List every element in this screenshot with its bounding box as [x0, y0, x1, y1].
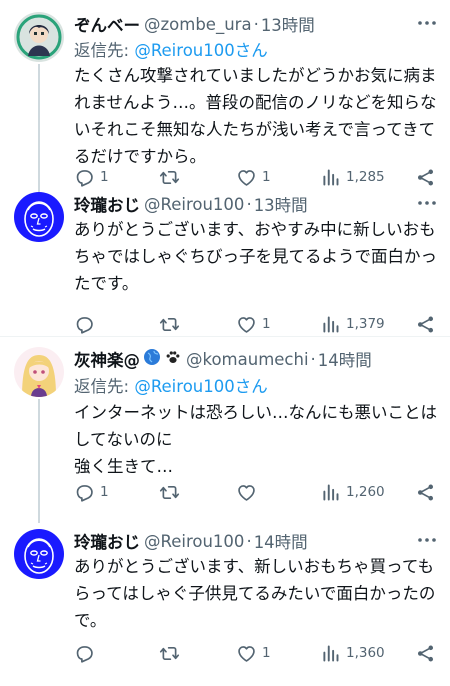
share-icon: [417, 484, 434, 500]
heart-icon: [238, 316, 255, 333]
more-options-button[interactable]: [414, 527, 440, 553]
share-button[interactable]: [415, 639, 436, 667]
retweet-icon: [159, 317, 180, 331]
tweet-text: ありがとうございます、おやすみ中に新しいおもちゃではしゃぐちびっ子を見てるようで…: [74, 220, 437, 293]
heart-icon: [238, 645, 255, 662]
reply-to-mention[interactable]: @Reirou100さん: [134, 377, 267, 396]
reply-button[interactable]: [74, 310, 100, 338]
retweet-button[interactable]: [159, 310, 185, 338]
avatar[interactable]: [14, 12, 64, 62]
conversation-1: ぞんベー @zombe_ura · 13時間 返信先: @Reirou100さん…: [0, 0, 450, 336]
views-button[interactable]: 1,379: [320, 310, 385, 338]
action-bar: 1 1,360: [74, 639, 436, 667]
reply-button[interactable]: 1: [74, 478, 109, 506]
separator-dot: ·: [246, 531, 252, 551]
like-count: 1: [262, 645, 271, 661]
reply-icon: [76, 645, 93, 663]
tweet-header: 灰神楽@ @komaumechi · 14時間: [74, 347, 438, 371]
view-count: 1,260: [346, 484, 385, 500]
reply-to-line: 返信先: @Reirou100さん: [74, 37, 268, 61]
globe-icon: [143, 348, 161, 370]
tweet-text: インターネットは恐ろしい…なんにも悪いことはしてないのに 強く生きて…: [74, 403, 437, 476]
more-options-button[interactable]: [414, 10, 440, 36]
view-count: 1,379: [346, 316, 385, 332]
display-name[interactable]: ぞんベー: [74, 12, 140, 36]
separator-dot: ·: [246, 194, 252, 214]
tweet[interactable]: ぞんベー @zombe_ura · 13時間 返信先: @Reirou100さん…: [0, 0, 450, 187]
more-icon: [418, 201, 436, 205]
paw-icon: [164, 348, 182, 370]
share-icon: [417, 316, 434, 332]
reply-to-prefix: 返信先:: [74, 41, 135, 60]
views-button[interactable]: 1,360: [320, 639, 385, 667]
avatar[interactable]: [14, 529, 64, 579]
like-button[interactable]: 1: [236, 639, 271, 667]
tweet-text: たくさん攻撃されていましたがどうかお気に病まれませんよう…。普段の配信のノリなど…: [74, 66, 437, 166]
timestamp[interactable]: 13時間: [261, 12, 315, 36]
tweet[interactable]: 玲瓏おじ @Reirou100 · 14時間 ありがとうございます、新しいおもち…: [0, 509, 450, 669]
views-button[interactable]: 1,260: [320, 478, 385, 506]
user-handle[interactable]: @zombe_ura: [144, 15, 252, 34]
views-icon: [323, 316, 339, 332]
tweet[interactable]: 灰神楽@ @komaumechi · 14時間 返信先: @Reirou100さ…: [0, 337, 450, 509]
avatar[interactable]: [14, 192, 64, 242]
tweet-header: ぞんベー @zombe_ura · 13時間: [74, 12, 438, 36]
like-count: 1: [262, 316, 271, 332]
reply-icon: [76, 484, 93, 502]
tweet-header: 玲瓏おじ @Reirou100 · 14時間: [74, 529, 438, 553]
share-button[interactable]: [415, 310, 436, 338]
reply-icon: [76, 316, 93, 334]
reply-to-line: 返信先: @Reirou100さん: [74, 373, 268, 397]
retweet-button[interactable]: [159, 639, 185, 667]
tweet-text: ありがとうございます、新しいおもちゃ買ってもらってはしゃぐ子供見てるみたいで面白…: [74, 557, 436, 630]
view-count: 1,360: [346, 645, 385, 661]
share-icon: [417, 645, 434, 661]
user-handle[interactable]: @Reirou100: [144, 195, 244, 214]
conversation-2: 灰神楽@ @komaumechi · 14時間 返信先: @Reirou100さ…: [0, 337, 450, 669]
action-bar: 1 1,379: [74, 310, 436, 338]
separator-dot: ·: [310, 349, 316, 369]
more-icon: [418, 21, 436, 25]
reply-to-prefix: 返信先:: [74, 377, 135, 396]
reply-button[interactable]: [74, 639, 100, 667]
views-icon: [323, 484, 339, 500]
user-handle[interactable]: @komaumechi: [186, 350, 309, 369]
action-bar: 1 1,260: [74, 478, 436, 506]
views-icon: [323, 645, 339, 661]
tweet-header: 玲瓏おじ @Reirou100 · 13時間: [74, 192, 438, 216]
retweet-icon: [159, 646, 180, 660]
timestamp[interactable]: 13時間: [254, 192, 308, 216]
more-icon: [418, 538, 436, 542]
avatar[interactable]: [14, 347, 64, 397]
retweet-icon: [159, 485, 180, 499]
timestamp[interactable]: 14時間: [254, 529, 308, 553]
reply-thread: ぞんベー @zombe_ura · 13時間 返信先: @Reirou100さん…: [0, 0, 450, 669]
display-name[interactable]: 玲瓏おじ: [74, 192, 140, 216]
timestamp[interactable]: 14時間: [318, 347, 372, 371]
reply-count: 1: [100, 484, 109, 500]
more-options-button[interactable]: [414, 190, 440, 216]
retweet-button[interactable]: [159, 478, 185, 506]
separator-dot: ·: [253, 14, 259, 34]
share-button[interactable]: [415, 478, 436, 506]
reply-to-mention[interactable]: @Reirou100さん: [134, 41, 267, 60]
display-name[interactable]: 灰神楽@: [74, 347, 140, 371]
tweet[interactable]: 玲瓏おじ @Reirou100 · 13時間 ありがとうございます、おやすみ中に…: [0, 172, 450, 336]
heart-icon: [238, 484, 255, 501]
display-name[interactable]: 玲瓏おじ: [74, 529, 140, 553]
like-button[interactable]: 1: [236, 310, 271, 338]
user-handle[interactable]: @Reirou100: [144, 532, 244, 551]
like-button[interactable]: [236, 478, 262, 506]
